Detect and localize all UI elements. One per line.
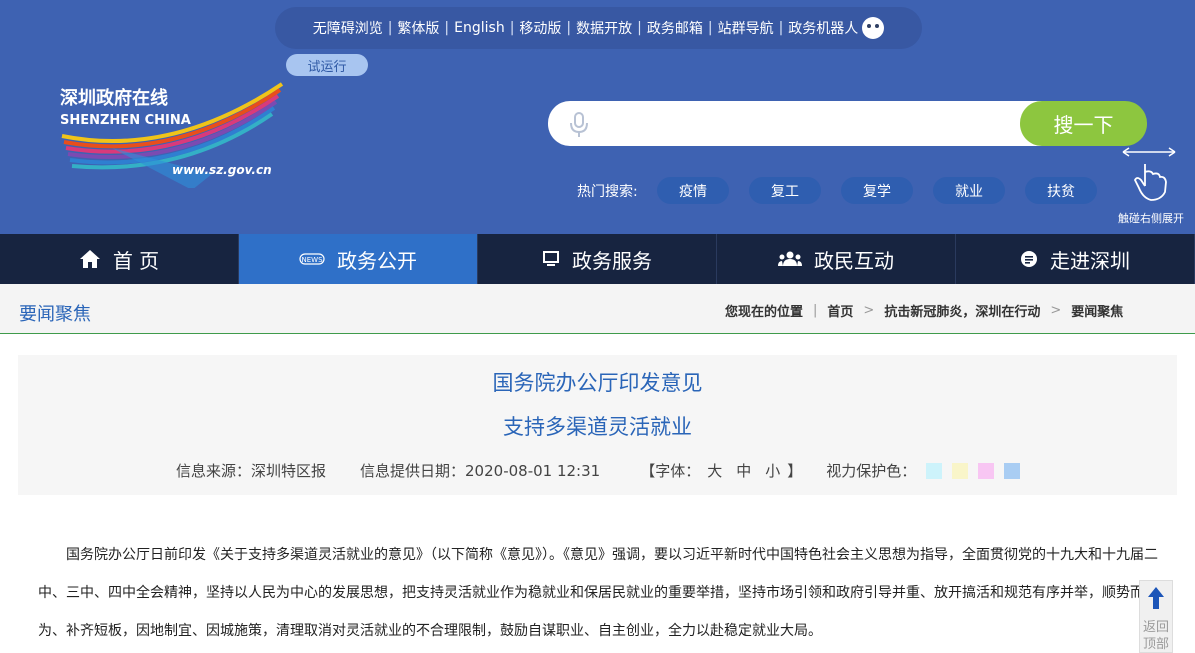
top-link-open-data[interactable]: 数据开放: [576, 18, 632, 38]
logo-title-cn: 深圳政府在线: [60, 87, 168, 109]
eye-color-label: 视力保护色：: [826, 462, 917, 480]
divider: |: [444, 20, 450, 36]
article-title-line2: 支持多渠道灵活就业: [503, 415, 692, 439]
expand-hint-label: 触碰右侧展开: [1118, 212, 1184, 225]
logo-title-en: SHENZHEN CHINA: [60, 113, 191, 128]
main-nav: 首 页 NEWS 政务公开 政务服务 政民互动 走进深圳: [0, 234, 1195, 284]
divider: |: [566, 20, 572, 36]
robot-icon[interactable]: [862, 17, 885, 39]
font-size-label: 【字体：: [640, 462, 701, 480]
article-source: 信息来源：深圳特区报: [176, 462, 327, 480]
users-icon: [778, 250, 802, 268]
hot-search-tag[interactable]: 复学: [841, 177, 913, 204]
top-link-site-nav[interactable]: 站群导航: [718, 18, 774, 38]
trial-badge: 试运行: [286, 54, 368, 76]
chevron-right-icon: >: [1050, 303, 1062, 318]
search-button[interactable]: 搜一下: [1020, 101, 1147, 146]
monitor-icon: [542, 250, 560, 268]
article-header: 国务院办公厅印发意见 支持多渠道灵活就业 信息来源：深圳特区报 信息提供日期：2…: [18, 355, 1177, 495]
nav-item-label: 政务公开: [337, 248, 417, 273]
site-logo[interactable]: 深圳政府在线 SHENZHEN CHINA www.sz.gov.cn: [52, 78, 288, 190]
microphone-icon[interactable]: [567, 112, 591, 138]
top-links-bar: 无障碍浏览 | 繁体版 | English | 移动版 | 数据开放 | 政务邮…: [275, 7, 922, 49]
home-icon: [79, 249, 101, 269]
nav-item-label: 首 页: [112, 248, 160, 273]
breadcrumb-item[interactable]: 首页: [827, 301, 853, 320]
breadcrumb-item[interactable]: 抗击新冠肺炎，深圳在行动: [884, 301, 1040, 320]
divider: |: [509, 20, 515, 36]
section-title: 要闻聚焦: [19, 304, 91, 325]
divider: |: [813, 303, 818, 318]
divider: |: [778, 20, 784, 36]
top-link-traditional[interactable]: 繁体版: [397, 18, 439, 38]
nav-item-gov-services[interactable]: 政务服务: [478, 234, 717, 284]
back-to-top-button[interactable]: 返回顶部: [1139, 580, 1173, 653]
article-date: 信息提供日期：2020-08-01 12:31: [360, 462, 601, 480]
hot-search-tag[interactable]: 扶贫: [1025, 177, 1097, 204]
nav-item-label: 政务服务: [572, 248, 652, 273]
divider: |: [387, 20, 393, 36]
hot-search-tag[interactable]: 复工: [749, 177, 821, 204]
search-input[interactable]: [600, 106, 1010, 141]
svg-text:NEWS: NEWS: [301, 256, 323, 264]
article-paragraph: 国务院办公厅日前印发《关于支持多渠道灵活就业的意见》（以下简称《意见》）。《意见…: [38, 547, 1158, 639]
font-size-medium[interactable]: 中: [736, 460, 751, 481]
info-icon: [1020, 250, 1038, 268]
arrow-up-icon: [1148, 587, 1164, 609]
article-meta: 信息来源：深圳特区报 信息提供日期：2020-08-01 12:31 【字体： …: [176, 460, 1021, 481]
breadcrumb-bar: 要闻聚焦 您现在的位置 | 首页 > 抗击新冠肺炎，深圳在行动 > 要闻聚焦: [0, 284, 1195, 334]
nav-item-gov-affairs[interactable]: NEWS 政务公开: [239, 234, 478, 284]
hot-search-label: 热门搜索:: [577, 184, 638, 200]
chevron-right-icon: >: [863, 303, 875, 318]
nav-item-home[interactable]: 首 页: [0, 234, 239, 284]
top-link-english[interactable]: English: [454, 20, 505, 36]
eye-color-swatch-pink[interactable]: [978, 462, 995, 479]
font-size-small[interactable]: 小: [765, 460, 780, 481]
hand-swipe-icon: [1122, 147, 1176, 201]
breadcrumb: 您现在的位置 | 首页 > 抗击新冠肺炎，深圳在行动 > 要闻聚焦: [725, 301, 1123, 320]
nav-item-label: 走进深圳: [1050, 248, 1130, 273]
site-header: 无障碍浏览 | 繁体版 | English | 移动版 | 数据开放 | 政务邮…: [0, 0, 1195, 234]
hot-search-tag[interactable]: 疫情: [657, 177, 729, 204]
breadcrumb-location-label: 您现在的位置: [725, 305, 804, 320]
nav-item-interaction[interactable]: 政民互动: [717, 234, 956, 284]
divider: |: [637, 20, 642, 36]
top-link-mobile[interactable]: 移动版: [519, 18, 561, 38]
back-to-top-label: 返回顶部: [1142, 620, 1169, 652]
article-title-line1: 国务院办公厅印发意见: [492, 371, 703, 395]
news-icon: NEWS: [299, 251, 325, 267]
font-size-close: 】: [787, 462, 803, 480]
top-link-robot[interactable]: 政务机器人: [788, 18, 858, 38]
eye-color-swatch-yellow[interactable]: [952, 462, 969, 479]
article-body: 国务院办公厅日前印发《关于支持多渠道灵活就业的意见》（以下简称《意见》）。《意见…: [38, 536, 1160, 650]
breadcrumb-item[interactable]: 要闻聚焦: [1071, 301, 1123, 320]
nav-item-about-shenzhen[interactable]: 走进深圳: [956, 234, 1195, 284]
eye-color-swatch-cyan[interactable]: [926, 462, 943, 479]
eye-color-swatch-blue[interactable]: [1004, 462, 1021, 479]
top-link-accessibility[interactable]: 无障碍浏览: [313, 18, 383, 38]
logo-url: www.sz.gov.cn: [172, 163, 272, 177]
top-link-mail[interactable]: 政务邮箱: [647, 18, 703, 38]
hot-search-tag[interactable]: 就业: [933, 177, 1005, 204]
divider: |: [707, 20, 713, 36]
font-size-large[interactable]: 大: [707, 460, 722, 481]
expand-hint[interactable]: 触碰右侧展开: [1115, 142, 1195, 228]
nav-item-label: 政民互动: [814, 248, 894, 273]
